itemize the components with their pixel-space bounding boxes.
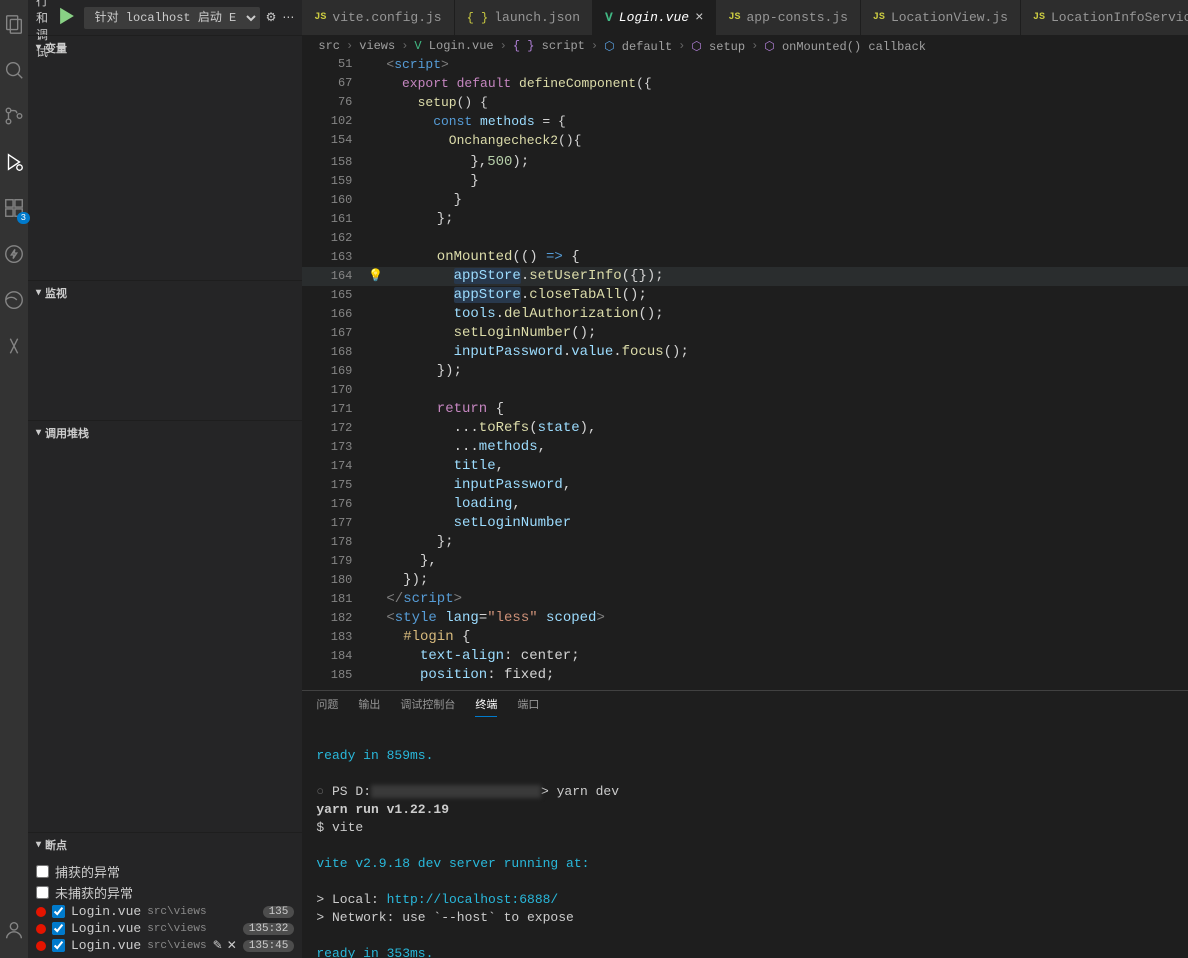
source-control-icon[interactable]	[0, 102, 28, 130]
code-line[interactable]: 160 }	[302, 191, 1188, 210]
code-line[interactable]: 184 text-align: center;	[302, 647, 1188, 666]
sticky-line[interactable]: 76 setup() {	[302, 95, 1188, 114]
code-line[interactable]: 176 loading,	[302, 495, 1188, 514]
breadcrumb-item[interactable]: src	[318, 39, 340, 53]
gear-icon[interactable]: ⚙	[266, 10, 277, 25]
run-debug-icon[interactable]	[0, 148, 28, 176]
panel-tab-端口[interactable]: 端口	[517, 696, 539, 716]
lightbulb-icon[interactable]: 💡	[368, 267, 383, 286]
sticky-line[interactable]: 67 export default defineComponent({	[302, 76, 1188, 95]
panel-tab-调试控制台[interactable]: 调试控制台	[400, 696, 455, 716]
editor-area: JSvite.config.js{ }launch.jsonVLogin.vue…	[302, 0, 1188, 958]
tab-LocationInfoService.js[interactable]: JSLocationInfoService.js	[1021, 0, 1188, 35]
breadcrumb-item[interactable]: ⬡ default	[604, 39, 672, 54]
breadcrumb-item[interactable]: ⬡ setup	[691, 39, 745, 54]
breakpoint-item[interactable]: Login.vuesrc\views 135	[36, 903, 294, 920]
breadcrumb-item[interactable]: V Login.vue	[414, 39, 493, 53]
code-line[interactable]: 170	[302, 381, 1188, 400]
search-icon[interactable]	[0, 56, 28, 84]
chevron-down-icon: ▾	[36, 839, 41, 851]
code-line[interactable]: 174 title,	[302, 457, 1188, 476]
editor-tabs: JSvite.config.js{ }launch.jsonVLogin.vue…	[302, 0, 1188, 35]
breadcrumb[interactable]: src›views›V Login.vue›{ } script›⬡ defau…	[302, 35, 1188, 57]
panel-tab-终端[interactable]: 终端	[475, 696, 497, 717]
code-line[interactable]: 169 });	[302, 362, 1188, 381]
activity-bar: 3	[0, 0, 28, 958]
edge-icon[interactable]	[0, 286, 28, 314]
variables-section[interactable]: ▾变量	[28, 36, 302, 60]
breakpoints-list: 捕获的异常 未捕获的异常 Login.vuesrc\views 135 Logi…	[28, 857, 302, 958]
explorer-icon[interactable]	[0, 10, 28, 38]
tab-launch.json[interactable]: { }launch.json	[455, 0, 593, 35]
watch-section[interactable]: ▾监视	[28, 281, 302, 305]
code-line[interactable]: 183 #login {	[302, 628, 1188, 647]
code-line[interactable]: 161 };	[302, 210, 1188, 229]
breakpoint-dot-icon	[36, 924, 46, 934]
breakpoint-item[interactable]: Login.vuesrc\views ✎✕ 135:45	[36, 937, 294, 954]
more-icon[interactable]: ⋯	[282, 10, 294, 25]
panel-tab-输出[interactable]: 输出	[358, 696, 380, 716]
debug-config-select[interactable]: 针对 localhost 启动 E	[84, 7, 260, 29]
panel-tab-问题[interactable]: 问题	[316, 696, 338, 716]
sticky-line[interactable]: 102 const methods = {	[302, 114, 1188, 133]
edit-icon[interactable]: ✎	[213, 938, 223, 953]
code-line[interactable]: 171 return {	[302, 400, 1188, 419]
code-line[interactable]: 167 setLoginNumber();	[302, 324, 1188, 343]
uncaught-exceptions[interactable]: 未捕获的异常	[36, 882, 294, 903]
code-line[interactable]: 168 inputPassword.value.focus();	[302, 343, 1188, 362]
breakpoint-dot-icon	[36, 907, 46, 917]
sticky-scroll[interactable]: 51<script>67 export default defineCompon…	[302, 57, 1188, 153]
chevron-down-icon: ▾	[36, 287, 41, 299]
bottom-panel: 问题输出调试控制台终端端口 ready in 859ms. ○ PS D:> y…	[302, 690, 1188, 958]
terminal[interactable]: ready in 859ms. ○ PS D:> yarn dev yarn r…	[302, 721, 1188, 958]
chevron-down-icon: ▾	[36, 42, 41, 54]
panel-tabs: 问题输出调试控制台终端端口	[302, 691, 1188, 721]
code-line[interactable]: 180 });	[302, 571, 1188, 590]
code-line[interactable]: 158 },500);	[302, 153, 1188, 172]
tools-icon[interactable]	[0, 332, 28, 360]
code-line[interactable]: 163 onMounted(() => {	[302, 248, 1188, 267]
caught-exceptions[interactable]: 捕获的异常	[36, 861, 294, 882]
code-line[interactable]: 164💡 appStore.setUserInfo({});	[302, 267, 1188, 286]
code-line[interactable]: 185 position: fixed;	[302, 666, 1188, 685]
code-line[interactable]: 165 appStore.closeTabAll();	[302, 286, 1188, 305]
account-icon[interactable]	[0, 916, 28, 944]
code-line[interactable]: 177 setLoginNumber	[302, 514, 1188, 533]
code-line[interactable]: 179 },	[302, 552, 1188, 571]
start-debug-button[interactable]	[56, 5, 78, 31]
tab-LocationView.js[interactable]: JSLocationView.js	[861, 0, 1021, 35]
code-line[interactable]: 173 ...methods,	[302, 438, 1188, 457]
breakpoint-dot-icon	[36, 941, 46, 951]
sticky-line[interactable]: 154 Onchangecheck2(){	[302, 133, 1188, 152]
code-line[interactable]: 172 ...toRefs(state),	[302, 419, 1188, 438]
code-line[interactable]: 178 };	[302, 533, 1188, 552]
extensions-icon[interactable]: 3	[0, 194, 28, 222]
breadcrumb-item[interactable]: { } script	[513, 39, 585, 53]
tab-Login.vue[interactable]: VLogin.vue×	[593, 0, 716, 35]
code-line[interactable]: 182<style lang="less" scoped>	[302, 609, 1188, 628]
debug-header: 运行和调试 针对 localhost 启动 E ⚙ ⋯	[28, 0, 302, 35]
tab-vite.config.js[interactable]: JSvite.config.js	[302, 0, 454, 35]
code-line[interactable]: 162	[302, 229, 1188, 248]
debug-sidebar: 运行和调试 针对 localhost 启动 E ⚙ ⋯ ▾变量 ▾监视 ▾调用堆…	[28, 0, 302, 958]
close-icon[interactable]: ✕	[227, 938, 237, 953]
extensions-badge: 3	[17, 212, 30, 224]
code-line[interactable]: 166 tools.delAuthorization();	[302, 305, 1188, 324]
chevron-down-icon: ▾	[36, 427, 41, 439]
code-line[interactable]: 175 inputPassword,	[302, 476, 1188, 495]
thunder-icon[interactable]	[0, 240, 28, 268]
tab-app-consts.js[interactable]: JSapp-consts.js	[716, 0, 860, 35]
close-icon[interactable]: ×	[695, 10, 703, 26]
sticky-line[interactable]: 51<script>	[302, 57, 1188, 76]
breadcrumb-item[interactable]: ⬡ onMounted() callback	[764, 39, 926, 54]
code-line[interactable]: 181</script>	[302, 590, 1188, 609]
breakpoint-item[interactable]: Login.vuesrc\views 135:32	[36, 920, 294, 937]
code-editor[interactable]: 158 },500);159 }160 }161 };162163 onMoun…	[302, 153, 1188, 690]
callstack-section[interactable]: ▾调用堆栈	[28, 421, 302, 445]
breadcrumb-item[interactable]: views	[359, 39, 395, 53]
code-line[interactable]: 159 }	[302, 172, 1188, 191]
breakpoints-section[interactable]: ▾断点	[28, 833, 302, 857]
